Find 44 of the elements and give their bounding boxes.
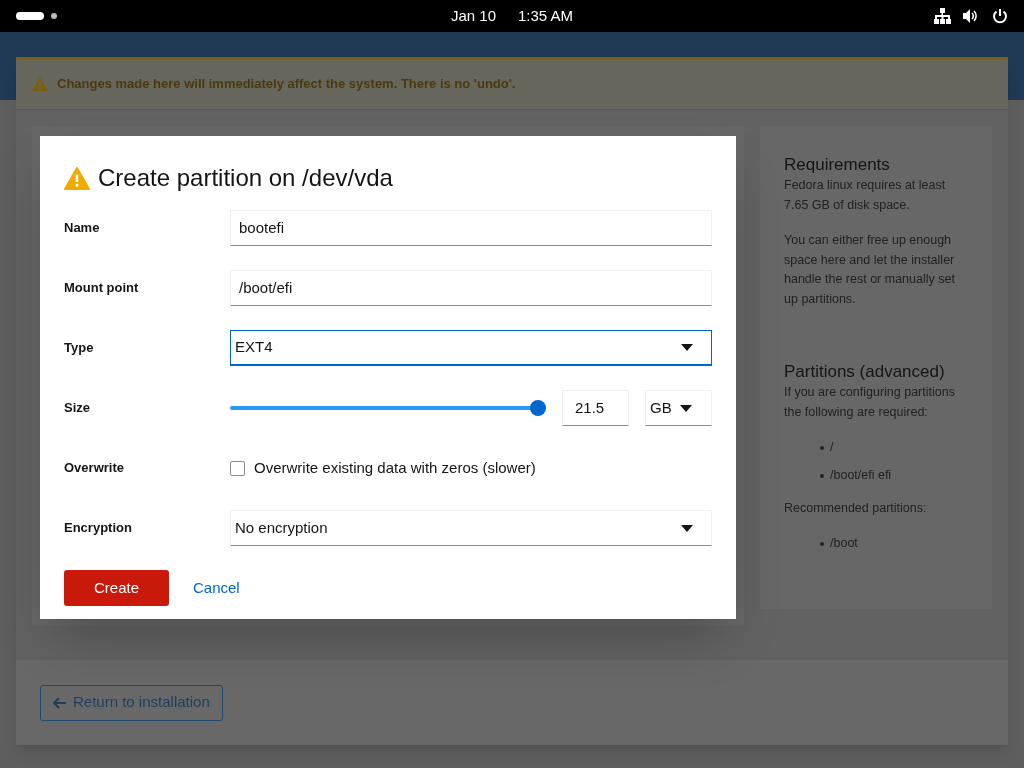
section-title: Partitions (advanced) — [784, 361, 946, 383]
field-label: Encryption — [64, 519, 133, 538]
bullet-icon — [820, 473, 824, 478]
info-paragraph: You can either free up enough space here and let the installer handle the rest or manually set up partitions. — [784, 232, 956, 308]
caret-icon — [681, 524, 693, 532]
network-icon[interactable] — [934, 8, 951, 24]
caret-icon — [681, 344, 693, 351]
list-item: / — [830, 439, 834, 456]
bullet-icon — [820, 445, 824, 450]
list-item: /boot/efi efi — [830, 467, 892, 484]
field-label: Overwrite — [64, 459, 125, 478]
info-paragraph: Fedora linux requires at least 7.65 GB of disk space. — [784, 177, 947, 214]
caret-icon — [679, 404, 692, 412]
dialog-title: Create partition on /dev/vda — [98, 163, 393, 193]
checkbox[interactable] — [230, 460, 245, 476]
info-paragraph: If you are configuring partitions the following are required: — [784, 384, 956, 421]
bullet-icon — [820, 541, 824, 546]
field-label: Size — [64, 399, 91, 418]
text-field[interactable]: bootefi — [230, 210, 712, 246]
clock-text[interactable]: 1:35 AM — [518, 4, 574, 28]
select-dropdown[interactable]: No encryption — [230, 510, 712, 546]
power-icon[interactable] — [992, 8, 1008, 24]
text-field[interactable]: /boot/efi — [230, 270, 712, 306]
volume-icon[interactable] — [963, 8, 980, 24]
warning-text: Changes made here will immediately affect the system. There is no 'undo'. — [57, 75, 516, 94]
info-paragraph: Recommended partitions: — [784, 500, 928, 517]
field-label: Type — [64, 339, 95, 358]
activities-indicator[interactable] — [16, 12, 44, 20]
checkbox-label: Overwrite existing data with zeros (slower) — [254, 457, 536, 478]
arrow-left-icon — [53, 696, 67, 709]
field-label: Mount point — [64, 279, 140, 298]
slider-thumb[interactable] — [530, 400, 546, 416]
list-item: /boot — [830, 535, 858, 552]
size-field[interactable]: 21.5 — [562, 390, 629, 426]
unit-dropdown[interactable]: GB — [645, 390, 712, 426]
warning-icon — [64, 166, 90, 190]
field-label: Name — [64, 219, 101, 238]
date-text[interactable]: Jan 10 — [450, 4, 496, 28]
warning-icon — [32, 77, 48, 91]
section-title: Requirements — [784, 154, 891, 176]
select-dropdown[interactable]: EXT4 — [230, 330, 712, 366]
create-button[interactable]: Create — [64, 570, 169, 606]
cancel-link[interactable]: Cancel — [193, 576, 240, 600]
size-slider[interactable] — [230, 399, 546, 417]
